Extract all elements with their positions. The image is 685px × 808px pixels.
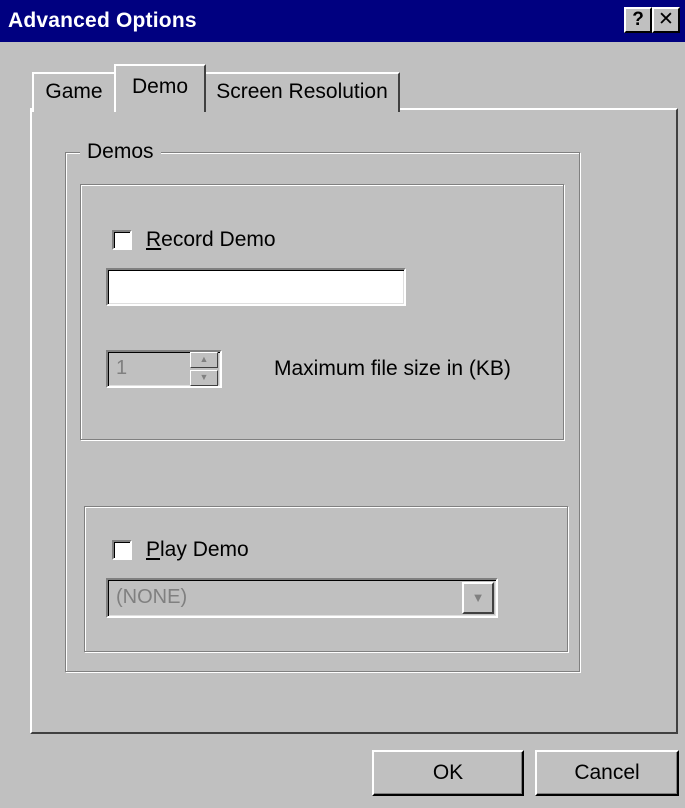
record-demo-group (80, 184, 564, 440)
spin-up-button[interactable]: ▲ (190, 352, 218, 368)
title-bar[interactable]: Advanced Options ? ✕ (0, 0, 685, 42)
dropdown-button[interactable]: ▼ (462, 582, 494, 614)
play-demo-label[interactable]: Play Demo (146, 538, 249, 562)
play-demo-select[interactable]: (NONE) (106, 578, 498, 618)
help-button[interactable]: ? (624, 7, 652, 33)
demos-group-label: Demos (80, 140, 161, 164)
spin-up-arrow-icon: ▲ (199, 354, 209, 364)
spin-down-arrow-icon: ▼ (199, 372, 209, 382)
tab-screen-resolution[interactable]: Screen Resolution (204, 72, 400, 112)
record-demo-checkbox[interactable] (112, 230, 132, 250)
spin-down-button[interactable]: ▼ (190, 370, 218, 386)
help-icon: ? (632, 9, 644, 30)
tab-demo[interactable]: Demo (114, 64, 206, 112)
close-icon: ✕ (658, 9, 674, 30)
tab-game[interactable]: Game (32, 72, 116, 112)
advanced-options-dialog: Advanced Options ? ✕ Game Demo Screen Re… (0, 0, 685, 808)
record-demo-filename-input[interactable] (106, 268, 406, 306)
record-demo-label[interactable]: Record Demo (146, 228, 276, 252)
window-title: Advanced Options (8, 9, 197, 32)
play-demo-label-text: lay Demo (160, 538, 249, 561)
ok-button[interactable]: OK (372, 750, 524, 796)
cancel-button[interactable]: Cancel (535, 750, 679, 796)
play-demo-checkbox[interactable] (112, 540, 132, 560)
chevron-down-icon: ▼ (471, 590, 485, 605)
record-demo-label-text: ecord Demo (161, 228, 276, 251)
play-demo-mnemonic: P (146, 538, 161, 561)
max-file-size-label: Maximum file size in (KB) (274, 357, 511, 380)
close-button[interactable]: ✕ (652, 7, 680, 33)
record-demo-mnemonic: R (146, 228, 162, 251)
